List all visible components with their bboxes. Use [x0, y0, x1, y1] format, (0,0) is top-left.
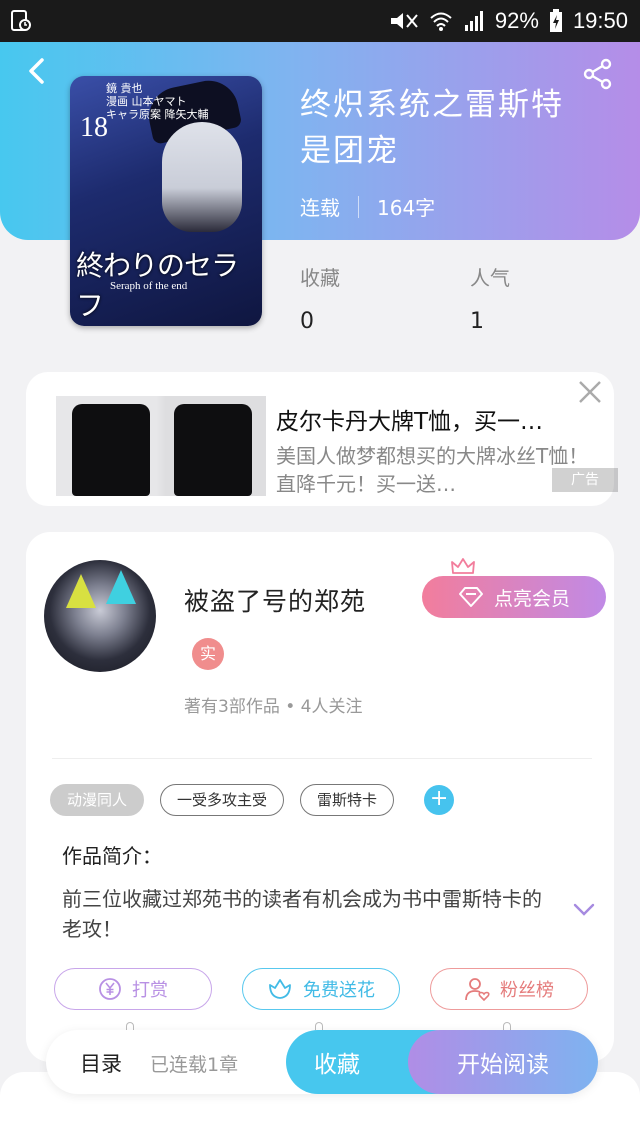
stat-favorites-label: 收藏	[300, 266, 340, 290]
send-flower-button[interactable]: 免费送花	[242, 968, 400, 1010]
cover-credits: 鏡 貴也 漫画 山本ヤマト キャラ原案 降矢大輔	[106, 82, 209, 121]
stat-popularity-value: 1	[470, 309, 484, 334]
ad-image	[56, 396, 266, 496]
stat-popularity-label: 人气	[470, 266, 510, 290]
intro-label: 作品简介：	[62, 844, 162, 868]
reward-button-label: 打赏	[132, 980, 168, 1001]
tshirt-back-shape	[174, 404, 252, 496]
flower-icon	[269, 979, 291, 999]
mute-icon	[390, 13, 418, 29]
cover-character	[162, 122, 242, 232]
book-title: 终炽系统之雷斯特是团宠	[300, 87, 564, 169]
book-meta: 连载 164字	[300, 192, 435, 221]
ad-title: 皮尔卡丹大牌T恤，买一…	[276, 409, 544, 435]
book-cover[interactable]: 鏡 貴也 漫画 山本ヤマト キャラ原案 降矢大輔 18 終わりのセラフ Sera…	[70, 76, 262, 326]
chevron-down-icon[interactable]	[572, 898, 596, 922]
cover-volume-number: 18	[80, 112, 108, 143]
vip-button-label: 点亮会员	[493, 587, 570, 610]
author-name[interactable]: 被盗了号的郑苑	[184, 582, 366, 618]
avatar-ear-left	[66, 574, 96, 608]
author-card: 被盗了号的郑苑 点亮会员 实 著有3部作品 • 4人关注 动漫同人 一受多攻主受…	[26, 532, 614, 1062]
back-arrow-icon[interactable]	[22, 56, 52, 86]
signal-icon	[464, 11, 483, 31]
avatar-ear-right	[106, 570, 136, 604]
vip-button[interactable]: 点亮会员	[422, 576, 606, 618]
ad-description: 美国人做梦都想买的大牌冰丝T恤！直降千元！买一送…	[276, 444, 589, 496]
fan-ranking-button[interactable]: 粉丝榜	[430, 968, 588, 1010]
tag-item[interactable]: 雷斯特卡	[300, 784, 395, 816]
user-heart-icon	[465, 978, 490, 1002]
fan-ranking-button-label: 粉丝榜	[500, 980, 554, 1001]
diamond-icon	[458, 587, 483, 607]
start-reading-button-label: 开始阅读	[457, 1052, 549, 1078]
intro-text: 前三位收藏过郑苑书的读者有机会成为书中雷斯特卡的老攻！	[62, 887, 542, 941]
tag-list: 动漫同人 一受多攻主受 雷斯特卡 +	[50, 784, 455, 816]
battery-percent: 92%	[494, 8, 539, 33]
author-works-info: 著有3部作品 • 4人关注	[184, 697, 363, 717]
stat-favorites: 收藏 0	[300, 262, 340, 334]
share-icon[interactable]	[582, 58, 614, 90]
verified-badge: 实	[192, 638, 224, 670]
book-status: 连载	[300, 196, 340, 220]
close-icon[interactable]	[574, 376, 606, 408]
tag-item[interactable]: 一受多攻主受	[160, 784, 285, 816]
meta-divider	[358, 195, 359, 218]
yen-coin-icon	[99, 978, 121, 1000]
toc-status: 已连载1章	[150, 1054, 239, 1076]
cover-title-en: Seraph of the end	[110, 280, 188, 292]
start-reading-button[interactable]: 开始阅读	[408, 1030, 598, 1094]
stat-favorites-value: 0	[300, 309, 314, 334]
ad-badge: 广告	[552, 468, 618, 492]
toc-button[interactable]: 目录	[80, 1048, 122, 1078]
divider	[52, 758, 592, 759]
send-flower-button-label: 免费送花	[303, 980, 375, 1001]
clock: 19:50	[572, 8, 628, 33]
book-word-count: 164字	[377, 196, 436, 220]
ad-card[interactable]: 皮尔卡丹大牌T恤，买一… 美国人做梦都想买的大牌冰丝T恤！直降千元！买一送… 广…	[26, 372, 618, 506]
add-tag-button[interactable]: +	[424, 785, 455, 815]
avatar[interactable]	[44, 560, 156, 672]
crown-icon	[451, 558, 475, 574]
bottom-action-bar: 目录 已连载1章 收藏 开始阅读	[46, 1030, 598, 1094]
status-bar: 92% 19:50	[0, 0, 640, 42]
favorite-button-label: 收藏	[314, 1052, 360, 1078]
screenshot-icon	[11, 10, 31, 31]
battery-charging-icon	[549, 9, 562, 32]
stat-popularity: 人气 1	[470, 262, 510, 334]
tag-item[interactable]: 动漫同人	[50, 784, 145, 816]
wifi-icon	[430, 12, 452, 31]
reward-button[interactable]: 打赏	[54, 968, 212, 1010]
tshirt-front-shape	[72, 404, 150, 496]
